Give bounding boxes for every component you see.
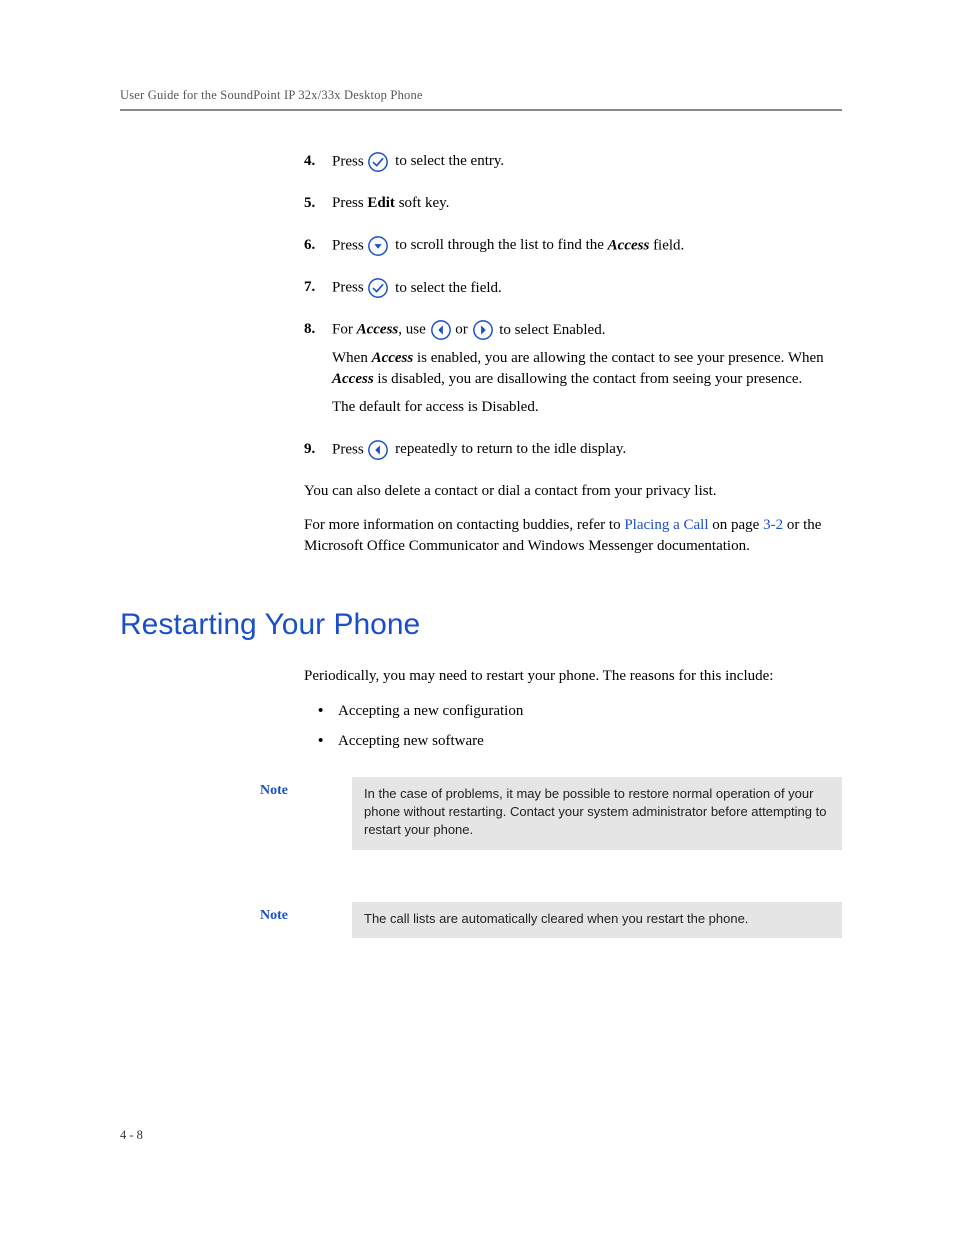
step-text: field.: [649, 237, 684, 253]
step-text: For: [332, 322, 357, 338]
text: For more information on contacting buddi…: [304, 517, 624, 533]
text: on page: [709, 517, 764, 533]
step-text: or: [455, 322, 471, 338]
page-container: User Guide for the SoundPoint IP 32x/33x…: [0, 0, 954, 1235]
step-text: Press: [332, 280, 367, 296]
step-text: to select the entry.: [395, 153, 504, 169]
step-number: 5.: [304, 193, 332, 215]
paragraph: For more information on contacting buddi…: [304, 515, 842, 559]
step-body: Press to select the field.: [332, 277, 842, 305]
note-label: Note: [260, 902, 352, 938]
step-text: to scroll through the list to find the: [395, 237, 607, 253]
bullet-icon: •: [318, 700, 338, 723]
step-text: repeatedly to return to the idle display…: [395, 441, 626, 457]
step-body: Press repeatedly to return to the idle d…: [332, 439, 842, 467]
link-placing-a-call[interactable]: Placing a Call: [624, 517, 708, 533]
step-body: Press to select the entry.: [332, 151, 842, 179]
check-icon: [367, 151, 389, 173]
step-5: 5. Press Edit soft key.: [304, 193, 842, 221]
section-heading: Restarting Your Phone: [120, 608, 842, 642]
running-header: User Guide for the SoundPoint IP 32x/33x…: [120, 88, 842, 111]
step-number: 7.: [304, 277, 332, 299]
step-text: is enabled, you are allowing the contact…: [413, 350, 823, 366]
list-item: • Accepting new software: [318, 730, 842, 753]
right-arrow-icon: [472, 319, 494, 341]
step-body: For Access, use or to select Enabled. Wh…: [332, 319, 842, 424]
paragraph: Periodically, you may need to restart yo…: [304, 666, 842, 688]
step-text: Press: [332, 195, 367, 211]
step-body: Press to scroll through the list to find…: [332, 235, 842, 263]
list-item-text: Accepting new software: [338, 730, 484, 753]
step-number: 8.: [304, 319, 332, 341]
step-body: Press Edit soft key.: [332, 193, 842, 221]
step-text: is disabled, you are disallowing the con…: [374, 371, 803, 387]
note-body: In the case of problems, it may be possi…: [352, 777, 842, 850]
step-7: 7. Press to select the field.: [304, 277, 842, 305]
page-number: 4 - 8: [120, 1128, 143, 1143]
bullet-icon: •: [318, 730, 338, 753]
step-number: 4.: [304, 151, 332, 173]
step-6: 6. Press to scroll through the list to f…: [304, 235, 842, 263]
section-content: Periodically, you may need to restart yo…: [304, 666, 842, 753]
step-number: 6.: [304, 235, 332, 257]
step-text: to select Enabled.: [499, 322, 605, 338]
left-arrow-icon: [367, 439, 389, 461]
step-4: 4. Press to select the entry.: [304, 151, 842, 179]
step-text-italic: Access: [357, 322, 399, 338]
step-text: Press: [332, 441, 367, 457]
step-9: 9. Press repeatedly to return to the idl…: [304, 439, 842, 467]
note-label: Note: [260, 777, 352, 850]
step-text-italic: Access: [332, 371, 374, 387]
step-text: soft key.: [395, 195, 449, 211]
step-8: 8. For Access, use or to select Enabled.…: [304, 319, 842, 424]
step-text: Press: [332, 237, 367, 253]
list-item: • Accepting a new configuration: [318, 700, 842, 723]
step-text: to select the field.: [395, 280, 502, 296]
note-block-2: Note The call lists are automatically cl…: [260, 902, 842, 938]
list-item-text: Accepting a new configuration: [338, 700, 523, 723]
step-text: Press: [332, 153, 367, 169]
left-arrow-icon: [430, 319, 452, 341]
main-content: 4. Press to select the entry. 5. Press E…: [304, 151, 842, 558]
step-text-bold: Edit: [367, 195, 395, 211]
link-page-ref[interactable]: 3-2: [763, 517, 783, 533]
note-body: The call lists are automatically cleared…: [352, 902, 842, 938]
step-text: When: [332, 350, 372, 366]
check-icon: [367, 277, 389, 299]
note-block-1: Note In the case of problems, it may be …: [260, 777, 842, 850]
step-text: , use: [398, 322, 429, 338]
paragraph: You can also delete a contact or dial a …: [304, 481, 842, 503]
step-text-italic: Access: [372, 350, 414, 366]
down-arrow-icon: [367, 235, 389, 257]
bullet-list: • Accepting a new configuration • Accept…: [318, 700, 842, 753]
step-text-italic: Access: [608, 237, 650, 253]
step-number: 9.: [304, 439, 332, 461]
step-text: The default for access is Disabled.: [332, 397, 842, 419]
